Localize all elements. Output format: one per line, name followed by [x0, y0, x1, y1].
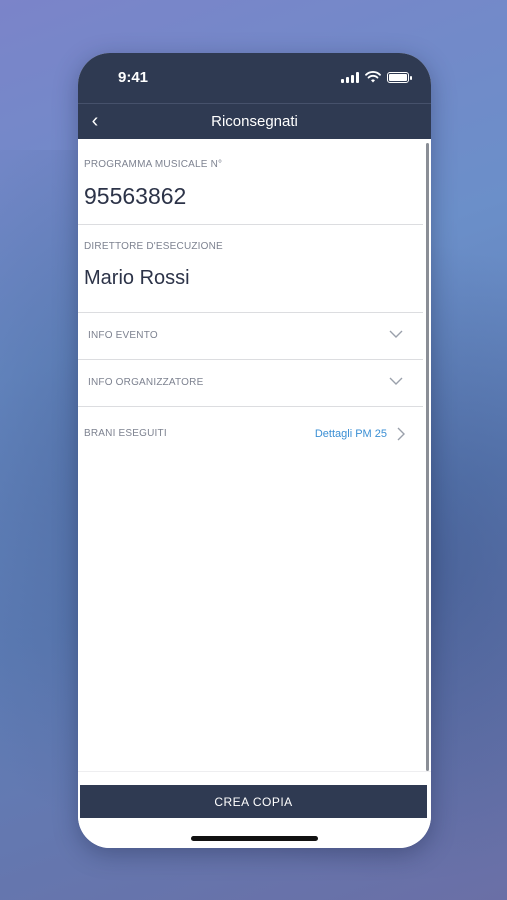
bottom-bar: CREA COPIA	[78, 771, 431, 848]
status-bar: 9:41	[78, 53, 431, 103]
phone-frame: 9:41 ‹ Riconsegnati PROGRAMMA MUSICALE N…	[78, 53, 431, 848]
chevron-down-icon	[389, 330, 403, 338]
signal-icon	[341, 71, 359, 83]
performed-songs-label: BRANI ESEGUITI	[84, 428, 167, 439]
battery-icon	[387, 71, 412, 83]
performed-songs-row: BRANI ESEGUITI Dettagli PM 25	[78, 407, 423, 461]
status-icons	[341, 71, 412, 83]
organizer-info-label: INFO ORGANIZZATORE	[88, 377, 204, 388]
detail-content: PROGRAMMA MUSICALE N° 95563862 DIRETTORE…	[78, 139, 423, 461]
wifi-icon	[365, 71, 381, 83]
program-number-value: 95563862	[84, 183, 187, 209]
director-value: Mario Rossi	[84, 267, 190, 289]
status-time: 9:41	[118, 69, 149, 86]
program-number-label: PROGRAMMA MUSICALE N°	[84, 159, 223, 170]
chevron-right-icon[interactable]	[396, 427, 405, 441]
scrollbar[interactable]	[426, 143, 429, 771]
chevron-down-icon	[389, 377, 403, 385]
director-field: DIRETTORE D'ESECUZIONE Mario Rossi	[78, 225, 423, 313]
page-title: Riconsegnati	[211, 113, 298, 130]
organizer-info-accordion[interactable]: INFO ORGANIZZATORE	[78, 360, 423, 407]
details-link[interactable]: Dettagli PM 25	[315, 428, 387, 440]
navigation-bar: ‹ Riconsegnati	[78, 103, 431, 139]
event-info-accordion[interactable]: INFO EVENTO	[78, 313, 423, 360]
home-indicator	[191, 836, 318, 841]
program-number-field: PROGRAMMA MUSICALE N° 95563862	[78, 139, 423, 225]
event-info-label: INFO EVENTO	[88, 330, 158, 341]
director-label: DIRETTORE D'ESECUZIONE	[84, 241, 223, 252]
create-copy-button[interactable]: CREA COPIA	[80, 785, 427, 818]
